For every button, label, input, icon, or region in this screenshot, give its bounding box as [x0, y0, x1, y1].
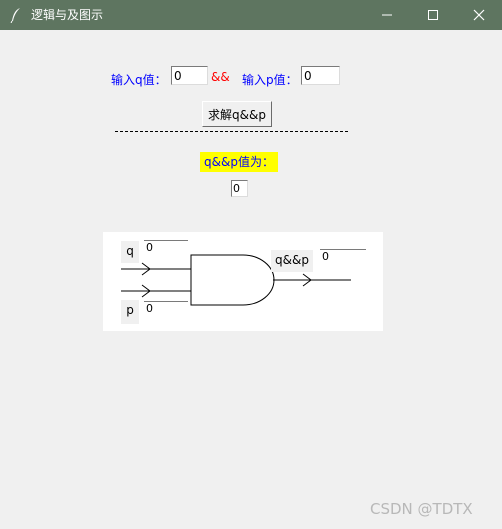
and-operator-label: && — [211, 70, 230, 84]
p-input-label: 输入p值： — [242, 73, 298, 87]
watermark: CSDN @TDTX — [370, 500, 473, 518]
p-input[interactable] — [301, 66, 340, 85]
minimize-button[interactable] — [364, 0, 410, 30]
result-label: q&&p值为： — [200, 152, 278, 172]
title-bar[interactable]: 逻辑与及图示 — [0, 0, 502, 30]
and-gate-diagram: q 0 p 0 q&&p 0 — [103, 232, 383, 331]
gate-output-label: q&&p — [271, 250, 313, 272]
close-button[interactable] — [456, 0, 502, 30]
gate-input-p-label: p — [121, 300, 139, 324]
q-input[interactable] — [171, 66, 208, 85]
gate-input-q-value: 0 — [144, 240, 188, 256]
maximize-icon — [428, 10, 438, 20]
gate-input-p-value: 0 — [144, 301, 188, 317]
feather-icon — [9, 7, 23, 24]
maximize-button[interactable] — [410, 0, 456, 30]
solve-button[interactable]: 求解q&&p — [202, 101, 272, 127]
window-title: 逻辑与及图示 — [31, 8, 104, 22]
gate-input-q-label: q — [121, 241, 139, 263]
result-value: 0 — [231, 180, 248, 197]
gate-output-value: 0 — [320, 249, 366, 265]
separator-line — [115, 131, 348, 132]
q-input-label: 输入q值： — [111, 73, 167, 87]
minimize-icon — [382, 14, 392, 16]
close-icon — [473, 9, 485, 21]
